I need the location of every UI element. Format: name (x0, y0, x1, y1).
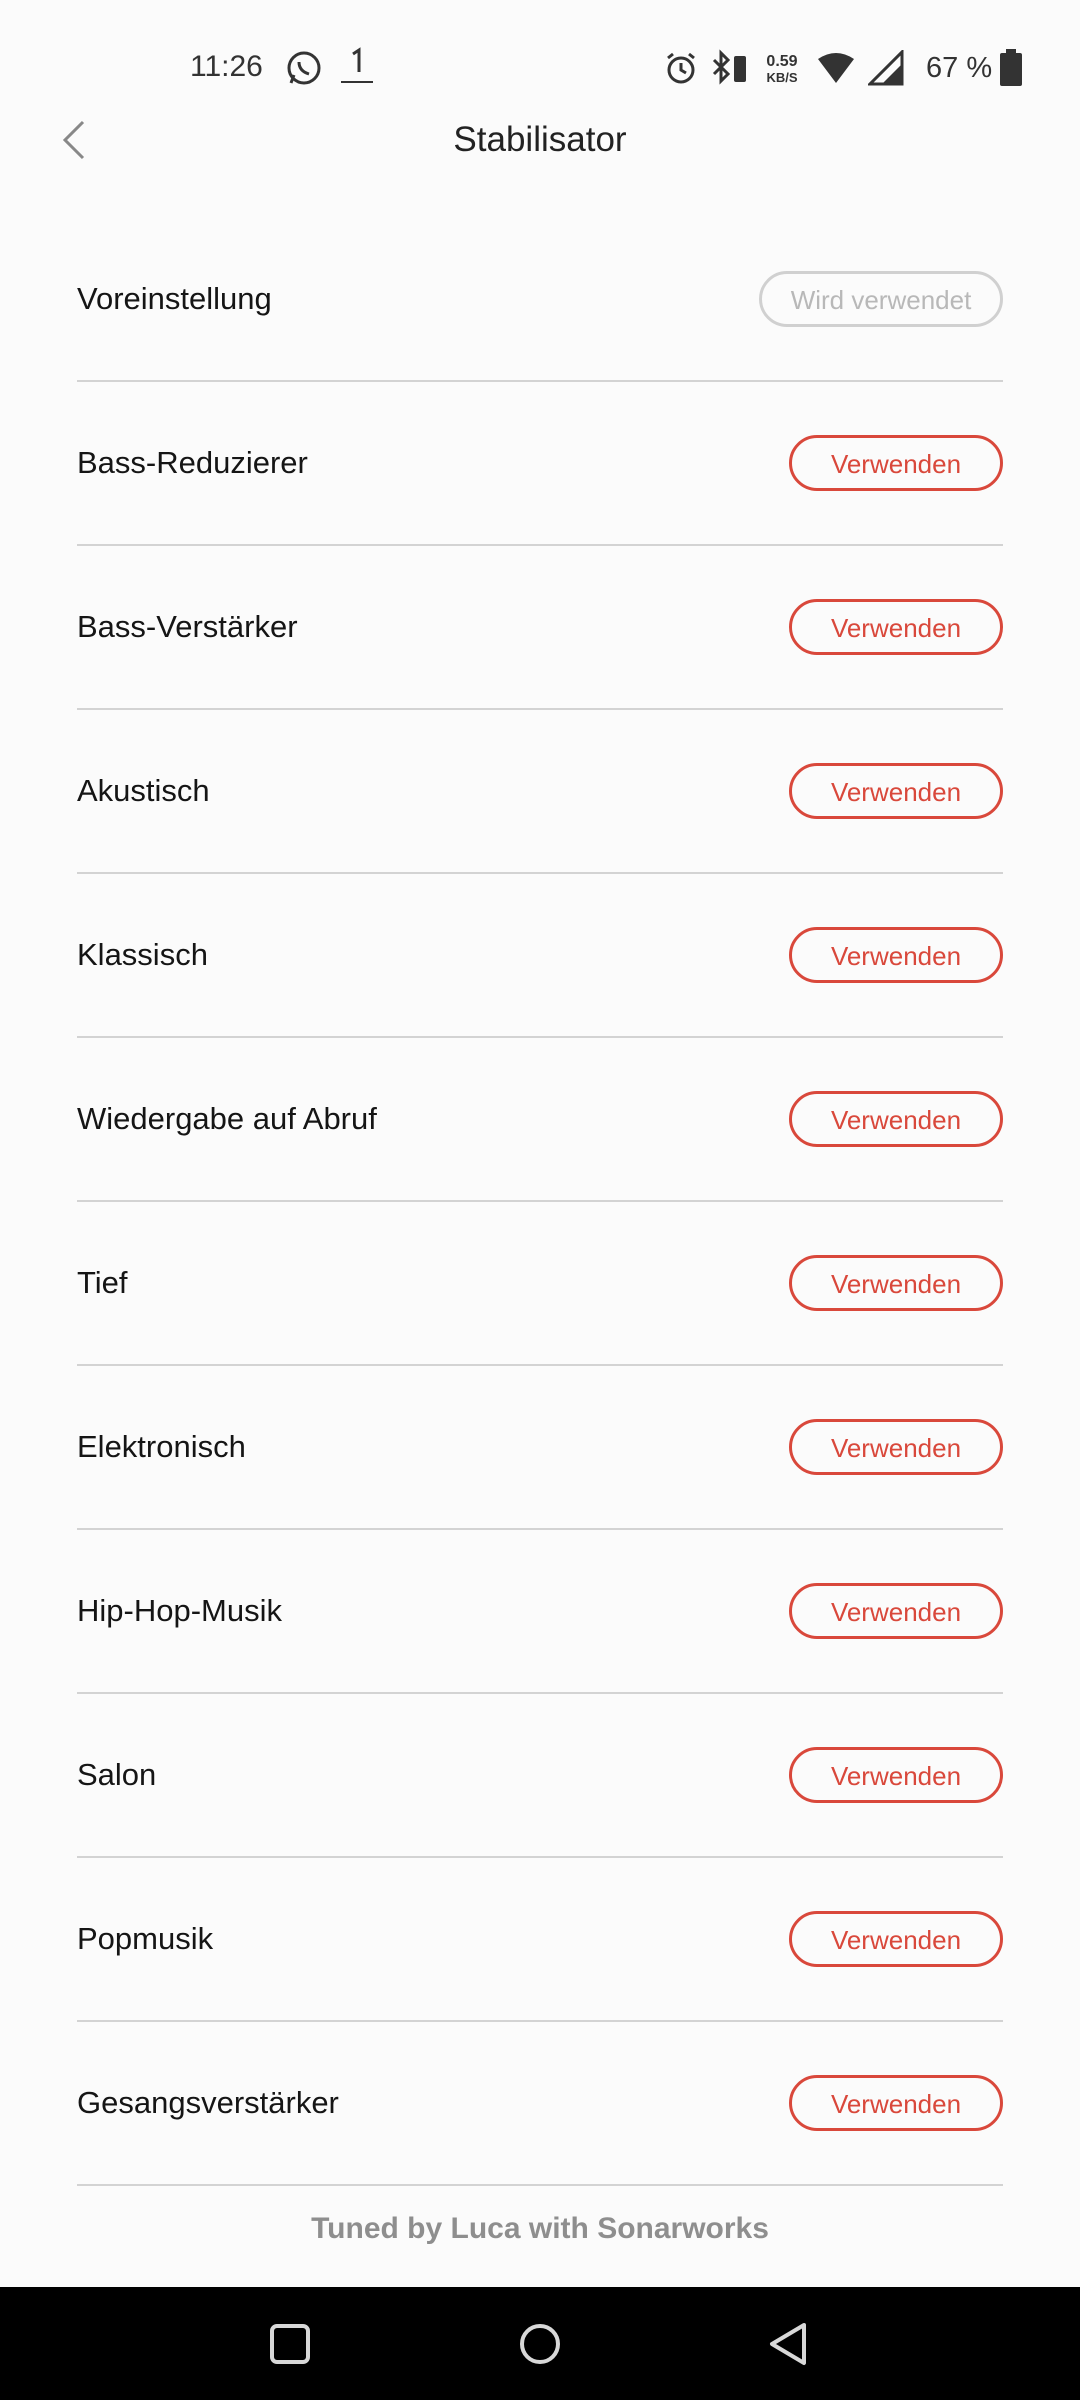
preset-label: Tief (77, 1265, 128, 1300)
preset-label: Klassisch (77, 937, 208, 972)
preset-row-bass-reduzierer: Bass-Reduzierer Verwenden (77, 382, 1003, 546)
use-preset-button[interactable]: Verwenden (789, 927, 1003, 983)
preset-row-tief: Tief Verwenden (77, 1202, 1003, 1366)
status-time: 11:26 (190, 50, 263, 83)
use-preset-button[interactable]: Verwenden (789, 1091, 1003, 1147)
use-preset-button[interactable]: Verwenden (789, 1911, 1003, 1967)
sonarworks-credit: Tuned by Luca with Sonarworks (311, 2212, 769, 2245)
net-speed-unit: KB/S (766, 70, 798, 85)
network-speed: 0.59 KB/S (760, 54, 804, 86)
preset-label: Elektronisch (77, 1429, 246, 1464)
preset-row-akustisch: Akustisch Verwenden (77, 710, 1003, 874)
recent-apps-button[interactable] (230, 2287, 350, 2400)
preset-label: Voreinstellung (77, 281, 272, 316)
preset-row-bass-verstaerker: Bass-Verstärker Verwenden (77, 546, 1003, 710)
status-bar: 11:26 0.59 KB/S 67 % (0, 0, 1080, 110)
use-preset-button[interactable]: Verwenden (789, 1583, 1003, 1639)
home-button[interactable] (480, 2287, 600, 2400)
equalizer-preset-list: Voreinstellung Wird verwendet Bass-Reduz… (77, 218, 1003, 2186)
battery-icon (998, 46, 1024, 90)
recent-apps-icon (270, 2323, 310, 2364)
preset-row-klassisch: Klassisch Verwenden (77, 874, 1003, 1038)
preset-label: Popmusik (77, 1921, 214, 1956)
preset-label: Bass-Verstärker (77, 609, 298, 644)
net-speed-value: 0.59 (766, 53, 798, 70)
use-preset-button[interactable]: Verwenden (789, 1747, 1003, 1803)
cellular-signal-icon (866, 46, 906, 90)
system-back-button[interactable] (728, 2287, 848, 2400)
preset-label: Bass-Reduzierer (77, 445, 308, 480)
wifi-icon (814, 46, 858, 90)
bluetooth-icon (708, 46, 752, 90)
preset-label: Wiedergabe auf Abruf (77, 1101, 377, 1136)
use-preset-button[interactable]: Verwenden (789, 435, 1003, 491)
preset-in-use-button[interactable]: Wird verwendet (759, 271, 1003, 327)
preset-label: Salon (77, 1757, 157, 1792)
use-preset-button[interactable]: Verwenden (789, 1255, 1003, 1311)
battery-percent: 67 % (926, 52, 993, 84)
back-icon (770, 2322, 806, 2365)
alarm-icon (662, 46, 700, 90)
preset-row-elektronisch: Elektronisch Verwenden (77, 1366, 1003, 1530)
preset-row-hip-hop-musik: Hip-Hop-Musik Verwenden (77, 1530, 1003, 1694)
preset-row-salon: Salon Verwenden (77, 1694, 1003, 1858)
preset-row-popmusik: Popmusik Verwenden (77, 1858, 1003, 2022)
use-preset-button[interactable]: Verwenden (789, 2075, 1003, 2131)
use-preset-button[interactable]: Verwenden (789, 599, 1003, 655)
preset-row-wiedergabe-auf-abruf: Wiedergabe auf Abruf Verwenden (77, 1038, 1003, 1202)
whatsapp-icon (282, 46, 326, 90)
preset-label: Hip-Hop-Musik (77, 1593, 282, 1628)
preset-label: Gesangsverstärker (77, 2085, 339, 2120)
use-preset-button[interactable]: Verwenden (789, 763, 1003, 819)
preset-label: Akustisch (77, 773, 210, 808)
system-navigation-bar (0, 2287, 1080, 2400)
preset-row-voreinstellung: Voreinstellung Wird verwendet (77, 218, 1003, 382)
page-title: Stabilisator (453, 120, 627, 159)
home-icon (520, 2323, 560, 2364)
app-notification-icon (336, 46, 378, 90)
top-app-bar: Stabilisator (0, 110, 1080, 210)
preset-row-gesangsverstaerker: Gesangsverstärker Verwenden (77, 2022, 1003, 2186)
use-preset-button[interactable]: Verwenden (789, 1419, 1003, 1475)
